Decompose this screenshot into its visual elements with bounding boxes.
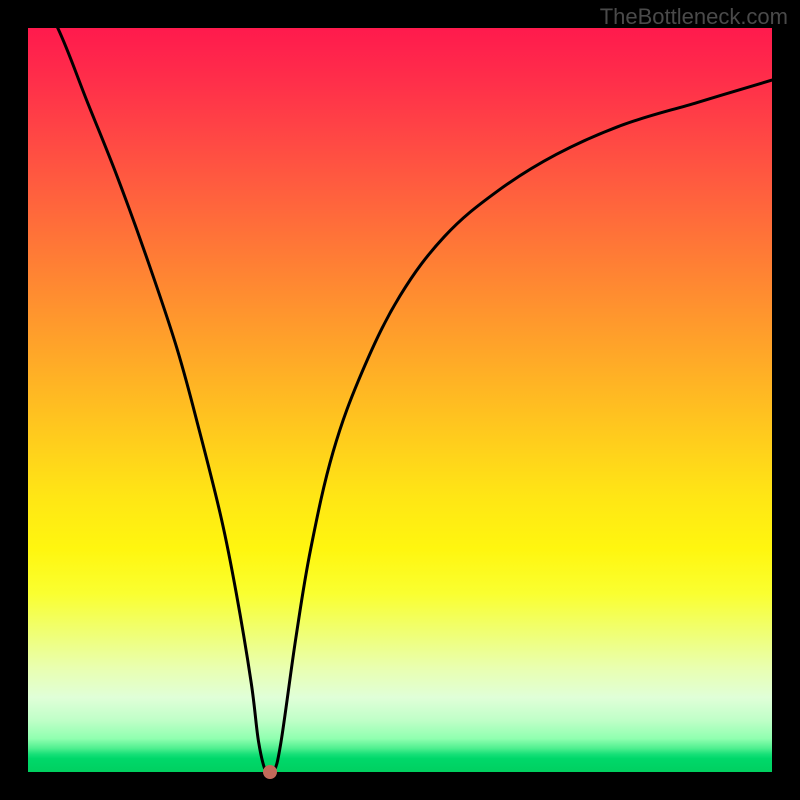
plot-area (28, 28, 772, 772)
bottleneck-curve (28, 28, 772, 772)
watermark-text: TheBottleneck.com (600, 4, 788, 30)
optimum-point-marker (263, 765, 277, 779)
